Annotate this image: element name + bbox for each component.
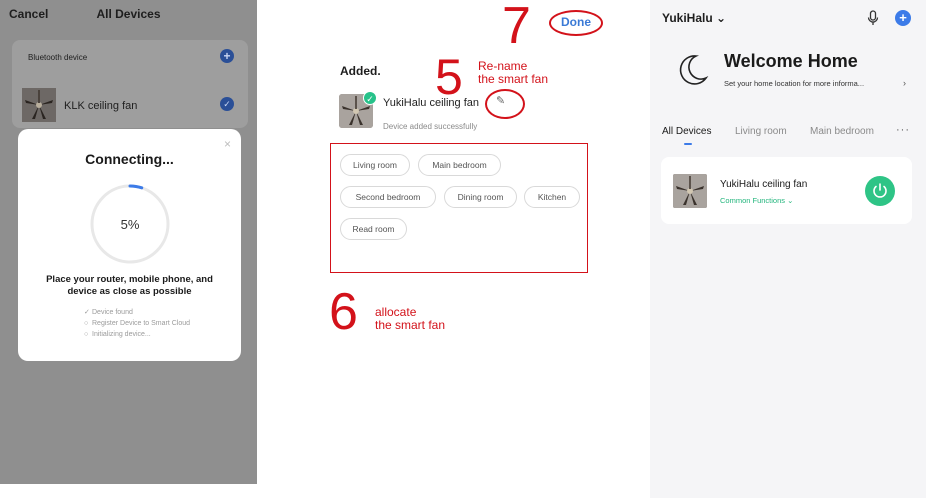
home-selector[interactable]: YukiHalu ⌄	[662, 11, 726, 25]
step-pending-icon: ○	[84, 331, 89, 338]
tab-living-room[interactable]: Living room	[735, 126, 787, 137]
done-button[interactable]: Done	[561, 15, 591, 29]
modal-heading: Connecting...	[85, 151, 174, 167]
page-title: All Devices	[96, 7, 161, 21]
message-line-2: device as close as possible	[67, 286, 192, 297]
device-added-screen: 7 Done 5 Re-name the smart fan Added. ✓ …	[257, 0, 650, 498]
rename-highlight-circle	[485, 89, 525, 119]
home-screen: YukiHalu ⌄ + Welcome Home Set your home …	[650, 0, 926, 498]
annotation-number-7: 7	[502, 0, 531, 55]
step-item: ○ Register Device to Smart Cloud	[84, 320, 191, 327]
connection-steps: ✓ Device found ○ Register Device to Smart …	[84, 307, 190, 340]
room-chip-dining-room[interactable]: Dining room	[444, 186, 517, 208]
room-chip-living-room[interactable]: Living room	[340, 154, 410, 176]
device-name: YukiHalu ceiling fan	[720, 179, 808, 190]
annotation-rename: Re-name the smart fan	[478, 59, 549, 86]
selected-check-icon[interactable]: ✓	[220, 97, 234, 111]
chevron-right-icon[interactable]: ›	[903, 78, 906, 88]
close-icon[interactable]: ×	[224, 137, 231, 151]
added-heading: Added.	[340, 64, 381, 78]
add-device-button[interactable]: +	[895, 10, 911, 26]
room-chip-kitchen[interactable]: Kitchen	[524, 186, 580, 208]
device-added-status: Device added successfully	[383, 122, 478, 131]
add-icon[interactable]: +	[220, 49, 234, 63]
tab-all-devices[interactable]: All Devices	[662, 126, 711, 137]
message-line-1: Place your router, mobile phone, and	[46, 274, 213, 285]
power-button[interactable]	[865, 176, 895, 206]
annotation-allocate: allocate the smart fan	[375, 305, 446, 332]
step-pending-icon: ○	[84, 320, 89, 327]
moon-icon	[679, 55, 709, 85]
active-tab-indicator	[684, 143, 692, 145]
tab-main-bedroom[interactable]: Main bedroom	[810, 126, 874, 137]
chevron-down-icon: ⌄	[787, 196, 794, 205]
step-item: ○ Initializing device...	[84, 331, 151, 338]
annotation-number-6: 6	[329, 283, 358, 341]
bluetooth-device-card: Bluetooth device + KLK ceiling fan ✓	[12, 40, 248, 128]
more-tabs-icon[interactable]: ···	[896, 124, 910, 136]
step-item: ✓ Device found	[84, 309, 133, 316]
annotation-number-5: 5	[435, 49, 463, 105]
step-check-icon: ✓	[84, 309, 90, 316]
connecting-screen: Cancel All Devices Bluetooth device + KL…	[0, 0, 257, 484]
placement-message: Place your router, mobile phone, and dev…	[18, 274, 241, 298]
connecting-modal: × Connecting... 5% Place your router, mo…	[18, 129, 241, 361]
nav-bar: Cancel All Devices	[0, 0, 257, 28]
microphone-icon[interactable]	[866, 10, 880, 26]
location-prompt[interactable]: Set your home location for more informa.…	[724, 79, 864, 88]
bluetooth-section-label: Bluetooth device	[28, 53, 88, 62]
chevron-down-icon: ⌄	[716, 11, 727, 25]
room-selection-box: Living room Main bedroom Second bedroom …	[330, 143, 588, 273]
device-card[interactable]: YukiHalu ceiling fan Common Functions ⌄	[661, 157, 912, 224]
success-check-icon: ✓	[363, 91, 377, 105]
power-icon	[873, 183, 887, 198]
room-chip-second-bedroom[interactable]: Second bedroom	[340, 186, 436, 208]
ceiling-fan-thumbnail	[673, 174, 707, 208]
common-functions-link[interactable]: Common Functions ⌄	[720, 196, 793, 205]
room-chip-read-room[interactable]: Read room	[340, 218, 407, 240]
device-name: KLK ceiling fan	[64, 100, 138, 112]
welcome-heading: Welcome Home	[724, 51, 858, 71]
ceiling-fan-thumbnail	[22, 88, 56, 122]
device-name: YukiHalu ceiling fan	[383, 97, 480, 109]
room-chip-main-bedroom[interactable]: Main bedroom	[418, 154, 501, 176]
progress-percent: 5%	[120, 217, 140, 232]
